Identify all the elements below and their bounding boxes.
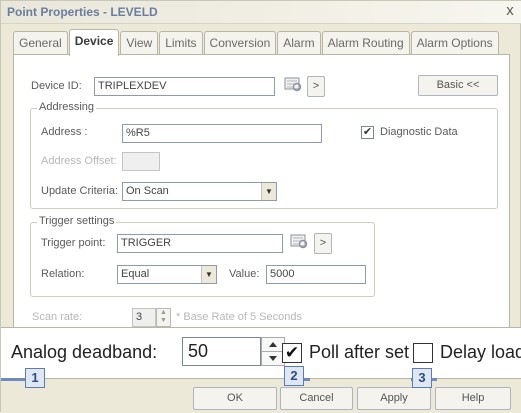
address-input[interactable]: %R5 [122,124,322,143]
cancel-button[interactable]: Cancel [280,387,353,410]
tab-device[interactable]: Device [68,29,120,56]
window-title: Point Properties - LEVELD [7,5,158,19]
scan-rate-note: * Base Rate of 5 Seconds [176,311,302,323]
diagnostic-data-checkbox[interactable]: ✔ [361,126,374,139]
trigger-settings-legend: Trigger settings [37,215,117,227]
scan-rate-label: Scan rate: [32,311,83,323]
point-properties-dialog: Point Properties - LEVELD x General Devi… [0,0,521,413]
poll-after-set-checkbox[interactable]: ✔ [282,343,302,363]
device-tab-panel: Device ID: TRIPLEXDEV > Basic << Address… [13,54,510,329]
tab-alarm-routing[interactable]: Alarm Routing [321,31,410,55]
tab-limits[interactable]: Limits [159,31,203,55]
chevron-down-icon: ▼ [201,266,216,283]
scan-rate-input: 3 [132,308,156,327]
addressing-legend: Addressing [37,101,97,113]
trigger-point-label: Trigger point: [41,237,106,249]
diagnostic-data-label: Diagnostic Data [380,126,458,138]
device-id-next-button[interactable]: > [307,76,325,97]
tab-conversion[interactable]: Conversion [203,31,277,55]
callout-marker-2: 2 [284,366,304,386]
document-browse-icon[interactable] [282,76,304,97]
update-criteria-value: On Scan [126,185,169,197]
poll-after-set-label: Poll after set [309,342,410,362]
device-id-label: Device ID: [31,80,82,92]
basic-button[interactable]: Basic << [418,75,498,96]
title-bar: Point Properties - LEVELD x [1,1,521,24]
trigger-point-input[interactable]: TRIGGER [117,234,283,253]
close-button[interactable]: x [502,2,518,20]
address-offset-input [122,152,160,171]
value-label: Value: [229,268,260,280]
apply-button[interactable]: Apply [357,387,431,410]
chevron-down-icon: ▼ [261,183,276,200]
address-offset-label: Address Offset: [41,155,117,167]
document-browse-icon[interactable] [288,233,310,254]
callout-marker-1: 1 [25,368,45,388]
tab-strip: General Device View Limits Conversion Al… [13,29,500,56]
delay-load-label: Delay load [440,342,521,362]
trigger-value-input[interactable]: 5000 [266,265,366,284]
scan-rate-spinner: ▲ ▼ [156,308,171,327]
tab-alarm[interactable]: Alarm [277,31,321,55]
relation-label: Relation: [41,268,85,280]
analog-deadband-label: Analog deadband: [11,342,158,362]
delay-load-checkbox[interactable] [413,343,433,363]
tab-general[interactable]: General [13,31,68,55]
update-criteria-select[interactable]: On Scan ▼ [122,182,277,201]
relation-select[interactable]: Equal ▼ [117,265,217,284]
trigger-point-next-button[interactable]: > [314,233,332,254]
relation-value: Equal [121,268,150,280]
address-label: Address : [41,126,88,138]
zoomed-options-strip: Analog deadband: 50 ✔ Poll after set Del… [1,327,521,379]
help-button[interactable]: Help [435,387,511,410]
trigger-settings-group: Trigger settings Trigger point: TRIGGER … [30,215,375,297]
tab-alarm-options[interactable]: Alarm Options [410,31,499,55]
tab-view[interactable]: View [120,31,159,55]
ok-button[interactable]: OK [193,387,277,410]
addressing-group: Addressing Address : %R5 ✔ Diagnostic Da… [30,101,498,209]
analog-deadband-input[interactable]: 50 [182,337,261,366]
callout-marker-3: 3 [412,368,432,388]
dialog-button-bar: OK Cancel Apply Help [1,379,521,413]
update-criteria-label: Update Criteria: [41,185,119,197]
device-id-input[interactable]: TRIPLEXDEV [94,77,275,96]
